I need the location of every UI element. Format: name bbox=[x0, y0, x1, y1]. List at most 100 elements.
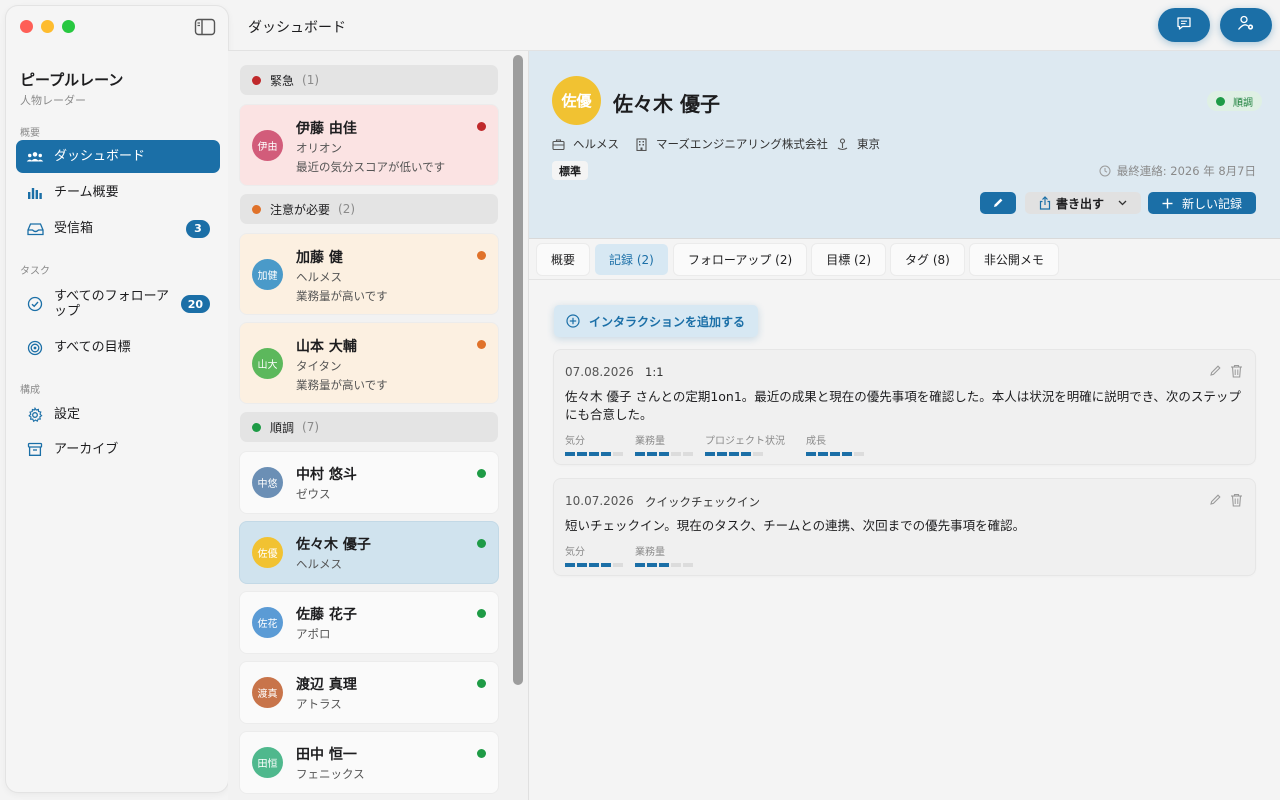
group-header-attention[interactable]: 注意が必要 (2) bbox=[240, 194, 498, 224]
building-icon bbox=[635, 137, 648, 151]
trash-icon[interactable] bbox=[1230, 493, 1243, 507]
avatar: 山大 bbox=[252, 348, 283, 379]
check-circle-icon bbox=[26, 295, 44, 313]
minimize-window-button[interactable] bbox=[41, 20, 54, 33]
trash-icon[interactable] bbox=[1230, 364, 1243, 378]
metric-segment bbox=[818, 452, 828, 456]
metric-segment bbox=[601, 452, 611, 456]
feedback-button[interactable] bbox=[1158, 8, 1210, 42]
detail-tabs: 概要 記録 (2) フォローアップ (2) 目標 (2) タグ (8) 非公開メ… bbox=[537, 244, 1058, 275]
group-count: (2) bbox=[338, 202, 356, 216]
pencil-icon[interactable] bbox=[1209, 364, 1222, 378]
sidebar-item-team-overview[interactable]: チーム概要 bbox=[16, 176, 220, 209]
person-card-sasaki-yuko[interactable]: 佐優 佐々木 優子 ヘルメス bbox=[240, 522, 498, 583]
status-badge: 順調 bbox=[1207, 91, 1262, 111]
metric-growth: 成長 bbox=[806, 432, 864, 456]
person-name: 中村 悠斗 bbox=[296, 467, 357, 483]
status-dot-icon bbox=[1216, 96, 1225, 106]
person-company: ヘルメス bbox=[296, 557, 342, 571]
bar-chart-icon bbox=[26, 184, 44, 202]
record-text: 佐々木 優子 さんとの定期1on1。最近の成果と現在の優先事項を確認した。本人は… bbox=[565, 389, 1241, 422]
add-interaction-button[interactable]: インタラクションを追加する bbox=[554, 305, 758, 337]
person-card-tanaka-koichi[interactable]: 田恒 田中 恒一 フェニックス bbox=[240, 732, 498, 793]
sidebar-item-settings[interactable]: 設定 bbox=[16, 398, 220, 431]
person-card-ito-yuka[interactable]: 伊由 伊藤 由佳 オリオン 最近の気分スコアが低いです bbox=[240, 105, 498, 185]
sidebar-item-label: すべてのフォローアップ bbox=[54, 289, 170, 319]
record-type: 1:1 bbox=[645, 365, 664, 379]
metric-segment bbox=[705, 452, 715, 456]
person-card-nakamura-yuto[interactable]: 中悠 中村 悠斗 ゼウス bbox=[240, 452, 498, 513]
last-contact: 最終連絡: 2026 年 8月7日 bbox=[1099, 163, 1256, 179]
status-dot-icon bbox=[477, 340, 486, 349]
record-card[interactable]: 07.08.2026 1:1 佐々木 優子 さんとの定期1on1。最近の成果と現… bbox=[554, 350, 1255, 464]
edit-button[interactable] bbox=[980, 192, 1016, 214]
avatar: 中悠 bbox=[252, 467, 283, 498]
metric-segment bbox=[729, 452, 739, 456]
group-label: 順調 bbox=[270, 420, 295, 435]
sidebar-item-archive[interactable]: アーカイブ bbox=[16, 433, 220, 466]
sidebar-item-all-goals[interactable]: すべての目標 bbox=[16, 331, 220, 364]
ok-dot-icon bbox=[252, 422, 261, 432]
metric-bars bbox=[806, 452, 864, 456]
tab-goals[interactable]: 目標 (2) bbox=[812, 244, 886, 275]
inbox-icon bbox=[26, 220, 44, 238]
metric-segment bbox=[659, 563, 669, 567]
metric-segment bbox=[842, 452, 852, 456]
pencil-icon[interactable] bbox=[1209, 493, 1222, 507]
tab-records[interactable]: 記録 (2) bbox=[595, 244, 668, 275]
metric-segment bbox=[577, 452, 587, 456]
new-record-button[interactable]: 新しい記録 bbox=[1148, 192, 1256, 214]
record-date: 07.08.2026 bbox=[565, 365, 634, 379]
status-dot-icon bbox=[477, 251, 486, 260]
tab-tags[interactable]: タグ (8) bbox=[891, 244, 964, 275]
metric-segment bbox=[635, 452, 645, 456]
person-company: アポロ bbox=[296, 627, 331, 641]
status-dot-icon bbox=[477, 609, 486, 618]
inbox-count-badge: 3 bbox=[186, 219, 210, 238]
person-card-watanabe-mari[interactable]: 渡真 渡辺 真理 アトラス bbox=[240, 662, 498, 723]
tab-followups[interactable]: フォローアップ (2) bbox=[673, 244, 807, 275]
export-button[interactable]: 書き出す bbox=[1025, 192, 1141, 214]
metric-workload: 業務量 bbox=[635, 432, 693, 456]
sidebar-toggle-icon[interactable] bbox=[194, 18, 216, 36]
group-label: 注意が必要 bbox=[270, 202, 331, 217]
metric-bars bbox=[565, 563, 623, 567]
people-list[interactable]: 緊急 (1) 伊由 伊藤 由佳 オリオン 最近の気分スコアが低いです 注意が必要… bbox=[228, 51, 528, 800]
metric-segment bbox=[565, 452, 575, 456]
section-label-overview: 概要 bbox=[20, 128, 40, 139]
metric-segment bbox=[671, 452, 681, 456]
metric-label: 気分 bbox=[565, 547, 585, 558]
sidebar-item-all-followups[interactable]: すべてのフォローアップ 20 bbox=[16, 284, 220, 324]
person-card-yamamoto-daisuke[interactable]: 山大 山本 大輔 タイタン 業務量が高いです bbox=[240, 323, 498, 403]
clock-icon bbox=[1099, 165, 1111, 177]
group-header-urgent[interactable]: 緊急 (1) bbox=[240, 65, 498, 95]
sidebar-item-dashboard[interactable]: ダッシュボード bbox=[16, 140, 220, 173]
tab-overview[interactable]: 概要 bbox=[537, 244, 590, 275]
zoom-window-button[interactable] bbox=[62, 20, 75, 33]
person-company: ヘルメス bbox=[296, 270, 342, 284]
record-card[interactable]: 10.07.2026 クイックチェックイン 短いチェックイン。現在のタスク、チー… bbox=[554, 479, 1255, 575]
window-controls bbox=[20, 20, 75, 33]
metric-workload: 業務量 bbox=[635, 543, 693, 567]
person-header: 佐優 佐々木 優子 順調 ヘルメス マーズエンジニアリング株式会社 東京 標準 … bbox=[529, 51, 1280, 239]
person-note: 業務量が高いです bbox=[296, 378, 388, 392]
person-company: オリオン bbox=[296, 141, 342, 155]
metric-bars bbox=[565, 452, 623, 456]
metric-label: プロジェクト状況 bbox=[705, 436, 785, 447]
sidebar-item-inbox[interactable]: 受信箱 3 bbox=[16, 212, 220, 245]
company-name: マーズエンジニアリング株式会社 bbox=[656, 137, 828, 151]
person-card-kato-ken[interactable]: 加健 加藤 健 ヘルメス 業務量が高いです bbox=[240, 234, 498, 314]
record-actions bbox=[1209, 493, 1243, 507]
list-scrollbar[interactable] bbox=[513, 55, 523, 685]
share-icon bbox=[1039, 196, 1051, 210]
metric-segment bbox=[613, 452, 623, 456]
person-card-sato-hanako[interactable]: 佐花 佐藤 花子 アポロ bbox=[240, 592, 498, 653]
tab-private-notes[interactable]: 非公開メモ bbox=[969, 244, 1058, 275]
last-contact-text: 最終連絡: 2026 年 8月7日 bbox=[1116, 164, 1256, 178]
account-button[interactable] bbox=[1220, 8, 1272, 42]
group-count: (7) bbox=[302, 420, 320, 434]
status-dot-icon bbox=[477, 749, 486, 758]
group-header-on-track[interactable]: 順調 (7) bbox=[240, 412, 498, 442]
person-name: 田中 恒一 bbox=[296, 747, 357, 763]
close-window-button[interactable] bbox=[20, 20, 33, 33]
